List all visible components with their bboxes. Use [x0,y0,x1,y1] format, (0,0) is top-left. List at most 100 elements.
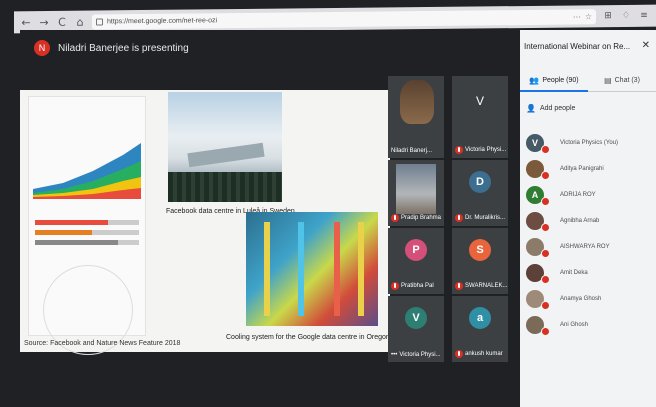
participant-avatar: a [469,307,491,329]
reload-icon[interactable]: C [56,15,68,28]
participant-avatar: S [469,239,491,261]
mic-off-icon [541,223,550,232]
person-name: Aditya Panigrahi [560,166,604,172]
presenter-banner: N Niladri Banerjee is presenting [34,40,189,56]
list-item[interactable]: V Victoria Physics (You) [526,130,652,156]
list-item[interactable]: Amit Deka [526,260,652,286]
back-icon[interactable]: ← [20,16,32,29]
avatar [526,264,550,284]
bookmark-star-icon[interactable]: ☆ [585,12,592,21]
mic-off-icon [391,282,399,290]
participant-tile[interactable]: V ••• Victoria Physi... [388,296,444,362]
mic-off-icon [541,145,550,154]
participant-avatar: D [469,171,491,193]
data-centre-photo [168,92,282,202]
side-tabs: 👥 People (90) ▤ Chat (3) [520,70,656,92]
slide-source: Source: Facebook and Nature News Feature… [24,340,181,347]
video-feed [396,164,436,214]
participant-tile[interactable]: D Dr. Muralikris... [452,160,508,226]
mic-off-icon [541,197,550,206]
mic-off-icon [541,171,550,180]
home-icon[interactable]: ⌂ [74,15,86,28]
mic-off-icon [541,249,550,258]
forward-icon[interactable]: → [38,15,50,28]
tab-chat-label: Chat (3) [614,77,640,84]
area-chart-graphic [33,137,141,199]
list-item[interactable]: Ani Ghosh [526,312,652,338]
tab-people[interactable]: 👥 People (90) [520,70,588,92]
mic-off-icon [541,327,550,336]
menu-dots-icon[interactable]: ⋯ [573,12,581,21]
library-icon[interactable]: ⊞ [602,11,614,21]
mic-off-icon [541,275,550,284]
person-name: Ani Ghosh [560,322,589,328]
lock-icon [96,17,103,26]
video-feed [400,80,434,124]
people-list: V Victoria Physics (You) Aditya Panigrah… [526,130,652,338]
list-item[interactable]: Aditya Panigrahi [526,156,652,182]
presenter-avatar: N [34,40,50,56]
shared-slide: Facebook data centre in Luleå in Sweden … [20,90,390,355]
hamburger-menu-icon[interactable]: ≡ [638,11,650,21]
participant-name: Pradip Brahma [401,215,442,221]
participant-tile[interactable]: S SWARNALEK... [452,228,508,294]
list-item[interactable]: A ADRIJA ROY [526,182,652,208]
mic-off-icon [455,282,463,290]
meeting-title: International Webinar on Re... [524,42,631,51]
participant-name: Dr. Muralikris... [465,215,506,221]
participant-name: Pratibha Pal [401,283,434,289]
extension-icon[interactable]: ♢ [620,11,632,21]
participant-name: SWARNALEK... [465,283,508,289]
photo-caption-2: Cooling system for the Google data centr… [226,334,390,341]
mic-off-icon [455,350,463,358]
avatar: A [526,186,550,206]
add-people-label: Add people [539,105,576,112]
infographic-panel [28,96,146,355]
mic-off-icon [391,214,399,222]
more-options-icon[interactable]: ••• [391,352,397,358]
list-item[interactable]: AISHWARYA ROY [526,234,652,260]
presenter-text: Niladri Banerjee is presenting [58,42,189,54]
tab-chat[interactable]: ▤ Chat (3) [588,70,656,92]
person-name: ADRIJA ROY [560,192,596,198]
participant-tile[interactable]: a ankush kumar [452,296,508,362]
participant-initial: V [475,94,485,108]
person-name: Amit Deka [560,270,588,276]
close-icon[interactable]: ✕ [642,40,650,51]
avatar [526,316,550,336]
bar-graphic [35,215,139,250]
meet-stage: N Niladri Banerjee is presenting Faceboo… [20,30,520,388]
mic-off-icon [455,214,463,222]
list-item[interactable]: Anamya Ghosh [526,286,652,312]
list-item[interactable]: Agnibha Arnab [526,208,652,234]
participant-name: Victoria Physi... [465,147,507,153]
person-name: AISHWARYA ROY [560,244,610,250]
participant-tile[interactable]: P Pratibha Pal [388,228,444,294]
participant-tile[interactable]: V Victoria Physi... [452,76,508,158]
meet-window: ← → C ⌂ https://meet.google.com/net-ree-… [0,0,656,407]
avatar [526,160,550,180]
avatar [526,238,550,258]
people-icon: 👥 [529,75,540,85]
cooling-system-photo [246,212,378,326]
avatar: V [526,134,550,154]
participant-avatar: P [405,239,427,261]
side-panel: International Webinar on Re... ✕ 👥 Peopl… [520,30,656,407]
avatar [526,290,550,310]
avatar [526,212,550,232]
add-person-icon: 👤 [526,104,536,113]
participant-avatar: V [405,307,427,329]
tab-people-label: People (90) [542,76,579,84]
participant-tile[interactable]: Pradip Brahma [388,160,444,226]
participant-name: ankush kumar [465,351,503,357]
url-text: https://meet.google.com/net-ree-ozi [107,16,218,25]
url-bar[interactable]: https://meet.google.com/net-ree-ozi ⋯ ☆ [92,8,596,30]
person-name: Agnibha Arnab [560,218,600,224]
participant-tile[interactable]: Niladri Banerj... [388,76,444,158]
chat-icon: ▤ [604,76,612,85]
participant-name: Victoria Physi... [399,352,441,358]
person-name: Anamya Ghosh [560,296,602,302]
mic-off-icon [455,146,463,154]
person-name: Victoria Physics (You) [560,140,619,146]
add-people-button[interactable]: 👤 Add people [526,104,575,113]
